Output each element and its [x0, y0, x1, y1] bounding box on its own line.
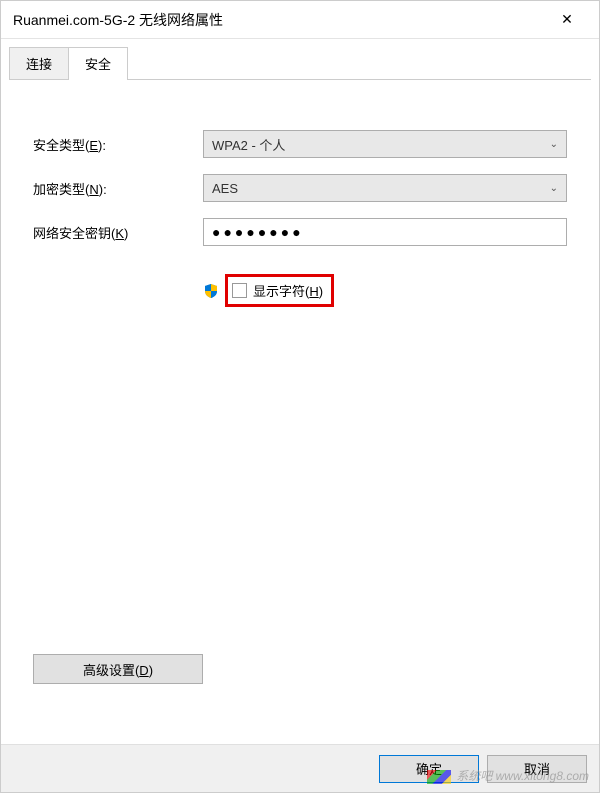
chevron-down-icon: ⌄ [550, 183, 558, 194]
close-icon: ✕ [561, 11, 573, 28]
ok-button-label: 确定 [416, 762, 442, 777]
row-security-type: 安全类型(E): WPA2 - 个人 ⌄ [33, 130, 567, 158]
shield-icon [203, 283, 219, 299]
window-title: Ruanmei.com-5G-2 无线网络属性 [13, 10, 547, 30]
tab-strip: 连接 安全 [1, 39, 599, 80]
tab-connect[interactable]: 连接 [9, 47, 69, 79]
titlebar: Ruanmei.com-5G-2 无线网络属性 ✕ [1, 1, 599, 39]
chevron-down-icon: ⌄ [550, 139, 558, 150]
close-button[interactable]: ✕ [547, 5, 587, 35]
label-security-type: 安全类型(E): [33, 135, 203, 154]
select-encryption-type[interactable]: AES ⌄ [203, 174, 567, 202]
row-show-chars: 显示字符(H) [203, 274, 567, 307]
highlight-box: 显示字符(H) [225, 274, 334, 307]
tab-security-label: 安全 [85, 57, 111, 72]
input-network-key[interactable] [203, 218, 567, 246]
cancel-button[interactable]: 取消 [487, 755, 587, 783]
select-security-type-value: WPA2 - 个人 [212, 135, 285, 154]
label-encryption-type: 加密类型(N): [33, 179, 203, 198]
label-network-key: 网络安全密钥(K) [33, 223, 203, 242]
cancel-button-label: 取消 [524, 762, 550, 777]
row-network-key: 网络安全密钥(K) [33, 218, 567, 246]
tab-panel-security: 安全类型(E): WPA2 - 个人 ⌄ 加密类型(N): AES ⌄ 网络安全… [1, 80, 599, 744]
select-encryption-type-value: AES [212, 181, 238, 196]
tab-connect-label: 连接 [26, 57, 52, 72]
row-encryption-type: 加密类型(N): AES ⌄ [33, 174, 567, 202]
checkbox-show-chars[interactable] [232, 283, 247, 298]
advanced-settings-button[interactable]: 高级设置(D) [33, 654, 203, 684]
ok-button[interactable]: 确定 [379, 755, 479, 783]
select-security-type[interactable]: WPA2 - 个人 ⌄ [203, 130, 567, 158]
dialog-footer: 确定 取消 系统吧 www.xitong8.com [1, 744, 599, 792]
tab-security[interactable]: 安全 [68, 47, 128, 79]
dialog-window: Ruanmei.com-5G-2 无线网络属性 ✕ 连接 安全 安全类型(E):… [0, 0, 600, 793]
label-show-chars: 显示字符(H) [253, 281, 323, 300]
